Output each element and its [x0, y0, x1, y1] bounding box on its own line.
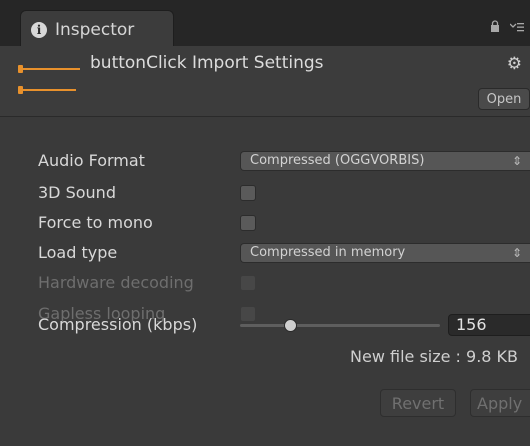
audio-format-row: Audio Format Compressed (OGGVORBIS) ⇕ — [0, 150, 530, 172]
sound-3d-checkbox[interactable] — [240, 185, 256, 201]
header-title: buttonClick Import Settings — [90, 53, 324, 73]
audio-format-dropdown[interactable]: Compressed (OGGVORBIS) ⇕ — [240, 151, 530, 171]
apply-button[interactable]: Apply — [470, 389, 530, 417]
hardware-decoding-label: Hardware decoding — [38, 273, 194, 292]
load-type-dropdown[interactable]: Compressed in memory ⇕ — [240, 243, 530, 263]
compression-slider-thumb[interactable] — [284, 319, 297, 332]
force-mono-row: Force to mono — [0, 212, 530, 234]
compression-value-field[interactable]: 156 — [448, 314, 530, 336]
menu-icon[interactable] — [509, 21, 524, 36]
info-icon: i — [31, 21, 47, 38]
tab-label: Inspector — [55, 19, 135, 40]
lock-icon[interactable] — [490, 20, 500, 36]
audio-waveform-icon — [18, 86, 76, 94]
import-settings-header: buttonClick Import Settings ⚙ Open — [0, 46, 530, 117]
dropdown-arrow-icon: ⇕ — [511, 154, 522, 168]
load-type-value: Compressed in memory — [250, 245, 406, 260]
load-type-row: Load type Compressed in memory ⇕ — [0, 242, 530, 264]
force-mono-label: Force to mono — [38, 213, 153, 232]
sound-3d-label: 3D Sound — [38, 183, 116, 202]
force-mono-checkbox[interactable] — [240, 215, 256, 231]
tab-inspector[interactable]: i Inspector — [20, 10, 174, 48]
audio-waveform-icon — [18, 65, 80, 73]
compression-label: Compression (kbps) — [38, 315, 198, 334]
dropdown-arrow-icon: ⇕ — [511, 246, 522, 260]
new-file-size: New file size : 9.8 KB — [350, 347, 519, 366]
tab-bar: i Inspector — [0, 0, 530, 48]
hardware-decoding-checkbox — [240, 275, 256, 291]
gear-icon[interactable]: ⚙ — [507, 54, 522, 74]
audio-format-label: Audio Format — [38, 151, 145, 170]
compression-slider-track[interactable] — [240, 324, 440, 327]
load-type-label: Load type — [38, 243, 118, 262]
tab-controls — [490, 20, 524, 36]
compression-row: Compression (kbps) 156 — [0, 314, 530, 336]
revert-button[interactable]: Revert — [380, 389, 456, 417]
open-button[interactable]: Open — [478, 88, 530, 110]
sound-3d-row: 3D Sound — [0, 182, 530, 204]
hardware-decoding-row: Hardware decoding — [0, 272, 530, 294]
audio-format-value: Compressed (OGGVORBIS) — [250, 153, 425, 168]
